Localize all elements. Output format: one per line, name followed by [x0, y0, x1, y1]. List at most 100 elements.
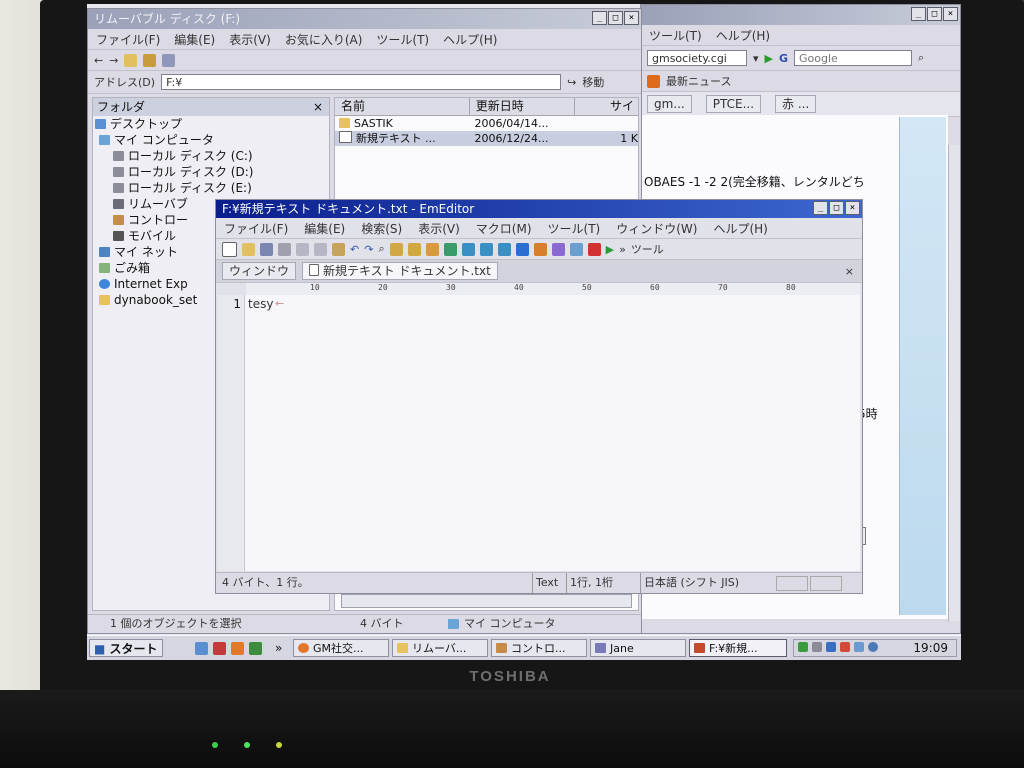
google-g-icon[interactable]: G [779, 52, 788, 65]
toolbar-label[interactable]: ツール [631, 241, 664, 257]
highlight-icon[interactable] [425, 242, 439, 256]
tree-item[interactable]: デスクトップ [93, 116, 329, 132]
tree-item[interactable]: ローカル ディスク (E:) [93, 180, 329, 196]
menu-file[interactable]: ファイル(F) [224, 220, 288, 237]
tray-icon[interactable] [840, 642, 850, 652]
open-icon[interactable] [242, 242, 255, 256]
tab-close-icon[interactable]: × [845, 265, 854, 278]
menu-help[interactable]: ヘルプ(H) [443, 31, 497, 48]
stop-record-icon[interactable] [587, 242, 601, 256]
dropdown-icon[interactable]: ▾ [753, 52, 759, 65]
browser-tab[interactable]: PTCE... [705, 95, 762, 113]
menu-search[interactable]: 検索(S) [361, 220, 402, 237]
redo-icon[interactable]: ↷ [364, 243, 373, 256]
tray-icon[interactable] [854, 642, 864, 652]
find-next-icon[interactable] [389, 242, 403, 256]
menu-view[interactable]: 表示(V) [418, 220, 460, 237]
pane-close-icon[interactable]: × [313, 98, 323, 116]
start-button[interactable]: ■ スタート [89, 639, 163, 657]
go-label[interactable]: 移動 [582, 74, 604, 90]
go-icon[interactable]: ↪ [567, 76, 576, 89]
window-icon[interactable] [479, 242, 493, 256]
marker-icon[interactable] [569, 242, 583, 256]
news-label[interactable]: 最新ニュース [666, 73, 731, 89]
copy-icon[interactable] [314, 242, 327, 256]
cut-icon[interactable] [296, 242, 309, 256]
print-icon[interactable] [278, 242, 291, 256]
tray-icon[interactable] [798, 642, 808, 652]
menu-tools[interactable]: ツール(T) [376, 31, 429, 48]
quicklaunch-more-icon[interactable]: » [275, 641, 282, 655]
window-icon[interactable] [497, 242, 511, 256]
close-button[interactable]: × [943, 7, 958, 21]
menu-help[interactable]: ヘルプ(H) [716, 27, 770, 44]
close-button[interactable]: × [624, 11, 639, 25]
maximize-button[interactable]: □ [829, 201, 844, 215]
marker-icon[interactable] [551, 242, 565, 256]
new-file-icon[interactable] [222, 241, 237, 257]
column-size[interactable]: サイ [575, 98, 638, 115]
views-icon[interactable] [162, 53, 176, 67]
minimize-button[interactable]: _ [813, 201, 828, 215]
window-icon[interactable] [443, 242, 457, 256]
menu-edit[interactable]: 編集(E) [174, 31, 215, 48]
menu-tools[interactable]: ツール(T) [649, 27, 702, 44]
tab-window[interactable]: ウィンドウ [222, 262, 297, 280]
marker-icon[interactable] [533, 242, 547, 256]
clock[interactable]: 19:09 [913, 640, 948, 656]
play-macro-icon[interactable]: ▶ [606, 243, 614, 256]
forward-icon[interactable]: → [109, 54, 118, 67]
file-row[interactable]: 新規テキスト ... 2006/12/24... 1 K [335, 131, 638, 146]
minimize-button[interactable]: _ [592, 11, 607, 25]
menu-edit[interactable]: 編集(E) [304, 220, 345, 237]
save-icon[interactable] [260, 242, 273, 256]
back-icon[interactable]: ← [94, 54, 103, 67]
folder-up-icon[interactable] [124, 53, 138, 67]
menu-favorites[interactable]: お気に入り(A) [285, 31, 363, 48]
search-icon[interactable]: ⌕ [918, 51, 924, 65]
file-row[interactable]: SASTIK 2006/04/14... [335, 116, 638, 131]
menu-tools[interactable]: ツール(T) [548, 220, 601, 237]
window-icon[interactable] [461, 242, 475, 256]
maximize-button[interactable]: □ [608, 11, 623, 25]
url-field[interactable]: gmsociety.cgi [647, 50, 747, 66]
menu-file[interactable]: ファイル(F) [96, 31, 160, 48]
tray-icon[interactable] [868, 642, 878, 652]
quicklaunch-icon[interactable] [195, 642, 208, 655]
menu-view[interactable]: 表示(V) [229, 31, 271, 48]
hscroll[interactable] [341, 594, 632, 608]
toolbar-more-icon[interactable]: » [619, 243, 626, 256]
quicklaunch-icon[interactable] [231, 642, 244, 655]
tray-icon[interactable] [812, 642, 822, 652]
browser-tab[interactable]: 赤 ... [775, 95, 817, 113]
tree-item[interactable]: ローカル ディスク (C:) [93, 148, 329, 164]
copy-icon[interactable] [143, 53, 157, 67]
browser-scrollbar[interactable] [948, 145, 960, 621]
replace-icon[interactable] [407, 242, 421, 256]
go-arrow-icon[interactable]: ▶ [765, 52, 773, 65]
tray-icon[interactable] [826, 642, 836, 652]
address-field[interactable]: F:¥ [161, 74, 562, 90]
tree-item[interactable]: ローカル ディスク (D:) [93, 164, 329, 180]
column-date[interactable]: 更新日時 [470, 98, 576, 115]
menu-window[interactable]: ウィンドウ(W) [616, 220, 697, 237]
column-name[interactable]: 名前 [335, 98, 470, 115]
text-area[interactable]: tesy ← [245, 295, 860, 571]
menu-help[interactable]: ヘルプ(H) [713, 220, 767, 237]
task-button[interactable]: コントロ... [491, 639, 587, 657]
quicklaunch-icon[interactable] [249, 642, 262, 655]
tree-item[interactable]: マイ コンピュータ [93, 132, 329, 148]
maximize-button[interactable]: □ [927, 7, 942, 21]
minimize-button[interactable]: _ [911, 7, 926, 21]
find-icon[interactable]: ⌕ [378, 242, 384, 256]
paste-icon[interactable] [332, 242, 345, 256]
task-button[interactable]: GM社交... [293, 639, 389, 657]
browser-tab[interactable]: gm... [647, 95, 692, 113]
quicklaunch-icon[interactable] [213, 642, 226, 655]
undo-icon[interactable]: ↶ [350, 243, 359, 256]
task-button[interactable]: リムーバ... [392, 639, 488, 657]
plugin-icon[interactable] [515, 242, 529, 256]
menu-macro[interactable]: マクロ(M) [476, 220, 532, 237]
task-button-active[interactable]: F:¥新規... [689, 639, 787, 657]
task-button[interactable]: Jane [590, 639, 686, 657]
